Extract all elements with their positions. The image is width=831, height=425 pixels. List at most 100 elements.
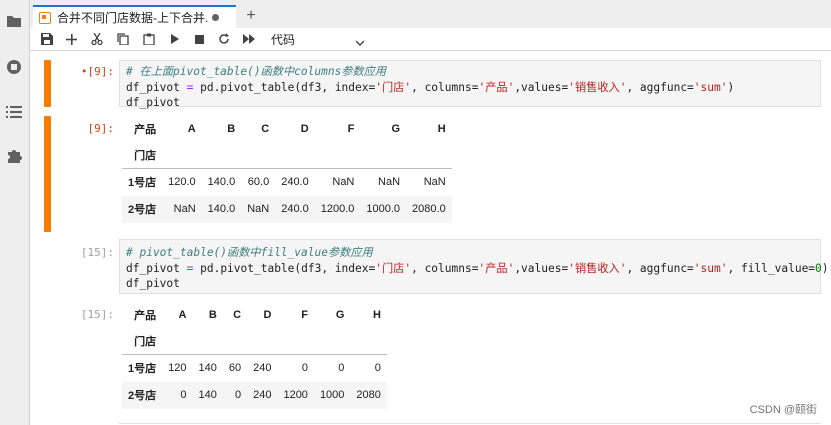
restart-kernel-icon[interactable] <box>215 30 233 48</box>
code-comment: # pivot_table()函数中fill_value参数应用 <box>126 246 373 259</box>
empty-header-cell <box>314 328 350 354</box>
table-cell: 2080.0 <box>412 203 446 215</box>
code-string: 'sum' <box>693 80 728 94</box>
code-number: 0 <box>815 261 822 275</box>
column-header: C <box>261 123 270 135</box>
unsaved-dot-icon[interactable] <box>212 14 220 21</box>
table-cell: 60.0 <box>241 167 276 196</box>
dataframe-table: 产品 A B C D F G H 门店 1号店 120.0 140.0 60.0 240.0 NaN NaN N… <box>122 116 452 223</box>
code-cell-1[interactable]: •[9]: # 在上面pivot_table()函数中columns参数应用 d… <box>44 60 821 109</box>
column-header: G <box>391 123 401 135</box>
empty-header-cell <box>241 142 275 168</box>
insert-cell-plus-icon[interactable] <box>62 30 80 48</box>
column-header: B <box>208 309 217 321</box>
input-prompt: [15]: <box>80 246 114 259</box>
notebook-tab-title: 合并不同门店数据-上下合并. <box>57 11 209 25</box>
code-string: '门店' <box>375 80 412 94</box>
active-cell-indicator <box>44 60 51 107</box>
empty-header-cell <box>192 328 222 354</box>
notebook-panel: •[9]: # 在上面pivot_table()函数中columns参数应用 d… <box>30 51 831 425</box>
table-cell: 240 <box>253 389 272 401</box>
code-editor[interactable]: # 在上面pivot_table()函数中columns参数应用 df_pivo… <box>119 60 821 109</box>
new-tab-plus-icon[interactable]: + <box>241 6 261 26</box>
table-cell: 1200 <box>283 389 308 401</box>
copy-icon[interactable] <box>114 30 132 48</box>
table-row: 1号店 120.0 140.0 60.0 240.0 NaN NaN NaN <box>122 167 452 196</box>
cell-type-select[interactable]: 代码 <box>271 31 295 48</box>
save-icon[interactable] <box>38 30 56 48</box>
code-token: df_pivot <box>126 277 180 290</box>
fast-forward-icon[interactable] <box>240 30 258 48</box>
columns-name-header: 产品 <box>134 124 157 136</box>
empty-header-cell <box>162 142 202 168</box>
code-token: , fill_value= <box>727 261 816 275</box>
table-row: 2号店 0 140 0 240 1200 1000 2080 <box>122 381 387 409</box>
output-prompt: [15]: <box>80 308 114 321</box>
row-index: 2号店 <box>128 204 157 216</box>
code-token: , columns= <box>411 261 479 275</box>
watermark: CSDN @颐街 <box>749 404 817 416</box>
table-row: 2号店 NaN 140.0 NaN 240.0 1200.0 1000.0 2080.0 <box>122 195 452 223</box>
chevron-down-icon[interactable] <box>355 34 365 52</box>
index-name-header: 门店 <box>134 149 157 162</box>
code-token: df_pivot <box>126 80 187 94</box>
table-cell: 60 <box>222 353 248 382</box>
column-header: F <box>347 123 355 135</box>
code-string: '门店' <box>375 261 412 275</box>
table-cell: 1000.0 <box>366 203 401 215</box>
activity-bar <box>0 0 30 425</box>
table-cell: NaN <box>314 167 361 196</box>
table-cell: 140 <box>198 389 217 401</box>
table-row: 1号店 120 140 60 240 0 0 0 <box>122 353 387 382</box>
column-header: B <box>227 123 236 135</box>
empty-header-cell <box>360 142 406 168</box>
table-cell: 0 <box>180 389 187 401</box>
folder-icon[interactable] <box>5 12 23 30</box>
code-token: pd.pivot_table(df3, index= <box>193 80 376 94</box>
code-comment: # 在上面pivot_table()函数中columns参数应用 <box>126 65 387 78</box>
cell-divider <box>119 423 821 424</box>
columns-name-header: 产品 <box>134 310 157 322</box>
column-header: D <box>263 309 272 321</box>
table-of-contents-icon[interactable] <box>5 103 23 121</box>
output-prompt: [9]: <box>87 122 115 135</box>
column-header: A <box>178 309 187 321</box>
code-token: df_pivot <box>126 261 187 275</box>
output-cell-2: [15]: 产品 A B C D F G H 门店 1号店 120 140 60 240 0 0 0 2号店 0 14… <box>44 302 821 412</box>
notebook-tab[interactable]: 合并不同门店数据-上下合并. <box>33 5 236 28</box>
code-token: , columns= <box>411 80 479 94</box>
table-cell: 0 <box>313 353 351 382</box>
column-header: C <box>233 309 242 321</box>
empty-header-cell <box>315 142 361 168</box>
active-output-indicator <box>44 116 51 232</box>
code-token: ,values= <box>514 261 569 275</box>
code-token: ,values= <box>514 80 569 94</box>
code-string: '产品' <box>478 80 515 94</box>
column-header: F <box>301 309 308 321</box>
code-token: , aggfunc= <box>626 80 694 94</box>
code-string: 'sum' <box>693 261 728 275</box>
extensions-puzzle-icon[interactable] <box>5 147 23 165</box>
code-editor[interactable]: # pivot_table()函数中fill_value参数应用 df_pivo… <box>119 239 829 294</box>
table-cell: 1200.0 <box>320 203 355 215</box>
column-header: H <box>437 123 446 135</box>
code-token: ) <box>821 261 829 275</box>
run-play-icon[interactable] <box>166 30 184 48</box>
code-cell-2[interactable]: [15]: # pivot_table()函数中fill_value参数应用 d… <box>44 239 829 294</box>
output-cell-1: [9]: 产品 A B C D F G H 门店 1号店 120.0 140.0 60.0 240.0 Na… <box>44 116 821 232</box>
stop-square-icon[interactable] <box>190 30 208 48</box>
table-cell: NaN <box>173 203 196 215</box>
tab-bar: 合并不同门店数据-上下合并. + <box>30 0 831 28</box>
paste-clipboard-icon[interactable] <box>140 30 158 48</box>
empty-header-cell <box>277 328 313 354</box>
code-token: df_pivot <box>126 96 180 109</box>
cut-scissors-icon[interactable] <box>88 30 106 48</box>
empty-header-cell <box>350 328 386 354</box>
running-kernels-icon[interactable] <box>5 58 23 76</box>
table-cell: 2080 <box>356 389 381 401</box>
notebook-icon <box>39 11 51 24</box>
table-cell: NaN <box>360 167 407 196</box>
row-index: 1号店 <box>122 167 163 196</box>
table-cell: 240 <box>247 353 278 382</box>
empty-header-cell <box>406 142 452 168</box>
